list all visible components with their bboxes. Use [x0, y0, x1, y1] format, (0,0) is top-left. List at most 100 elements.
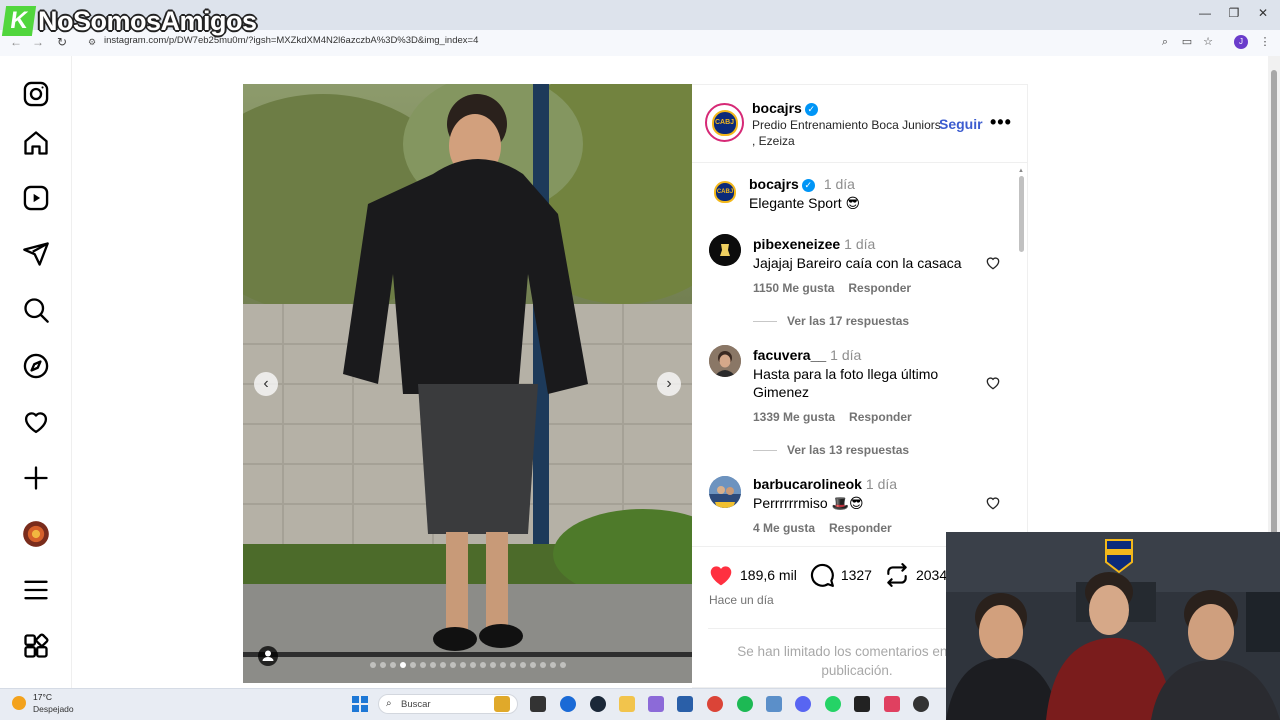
install-app-icon[interactable]: ▭: [1180, 35, 1194, 49]
carousel-dot: [490, 662, 496, 668]
home-icon[interactable]: [22, 129, 50, 157]
comment-header: facuvera__ 1 día: [753, 347, 861, 365]
view-replies-button[interactable]: Ver las 13 respuestas: [753, 443, 909, 457]
spotify-icon[interactable]: [737, 696, 753, 712]
steam-icon[interactable]: [590, 696, 606, 712]
comment-avatar[interactable]: [709, 476, 741, 508]
comment-time[interactable]: 1 día: [830, 347, 861, 363]
comment-username[interactable]: barbucarolineok: [753, 476, 862, 492]
channel-watermark: K NoSomosAmigos: [1, 4, 257, 38]
carousel-dot: [540, 662, 546, 668]
obs-icon[interactable]: [913, 696, 929, 712]
comment-likes[interactable]: 1339 Me gusta: [753, 410, 835, 424]
browser-profile-avatar[interactable]: J: [1234, 35, 1248, 49]
post-location[interactable]: Predio Entrenamiento Boca Juniors , Ezei…: [752, 117, 942, 149]
watermark-logo: K: [1, 6, 37, 36]
minimize-button[interactable]: —: [1194, 4, 1216, 22]
close-window-button[interactable]: ✕: [1252, 4, 1274, 22]
terminal-icon[interactable]: [854, 696, 870, 712]
tagged-user-icon[interactable]: [258, 646, 278, 666]
repost-icon[interactable]: [884, 562, 910, 588]
bookmark-star-icon[interactable]: ☆: [1201, 35, 1215, 49]
explore-icon[interactable]: [22, 352, 50, 380]
weather-description[interactable]: Despejado: [33, 704, 74, 714]
windows-start-icon[interactable]: [352, 696, 368, 712]
caption-header: bocajrs ✓ 1 día: [749, 176, 855, 194]
messages-icon[interactable]: [22, 240, 50, 268]
search-highlight-icon[interactable]: [494, 696, 510, 712]
browser-menu-icon[interactable]: ⋮: [1258, 35, 1272, 49]
comment-likes[interactable]: 1150 Me gusta: [753, 281, 834, 295]
post-actions-bar: 189,6 mil 1327 2034: [708, 561, 959, 589]
notifications-heart-icon[interactable]: [22, 408, 50, 436]
comment-avatar[interactable]: [709, 345, 741, 377]
file-explorer-icon[interactable]: [619, 696, 635, 712]
chrome-icon[interactable]: [707, 696, 723, 712]
instagram-logo-icon[interactable]: [22, 80, 50, 108]
carousel-dot: [410, 662, 416, 668]
comments-limited-notice: Se han limitado los comentarios en esta …: [737, 644, 977, 678]
author-username[interactable]: bocajrs ✓: [752, 100, 818, 116]
store-icon[interactable]: [677, 696, 693, 712]
carousel-dot: [380, 662, 386, 668]
comment-meta: 1339 Me gusta Responder: [753, 410, 926, 424]
comments-scrollbar-thumb[interactable]: [1019, 176, 1024, 252]
zoom-icon[interactable]: ⌕: [1158, 35, 1172, 49]
search-icon[interactable]: [22, 296, 50, 324]
like-heart-icon[interactable]: [708, 562, 734, 588]
reply-button[interactable]: Responder: [849, 410, 912, 424]
reply-button[interactable]: Responder: [848, 281, 911, 295]
comment-text: Hasta para la foto llega último Gimenez: [753, 366, 939, 400]
reels-icon[interactable]: [22, 184, 50, 212]
post-date[interactable]: Hace un día: [709, 593, 774, 607]
comments-scroll-up-icon[interactable]: ▲: [1018, 168, 1024, 174]
follow-button[interactable]: Seguir: [939, 116, 983, 132]
carousel-dot: [420, 662, 426, 668]
comment-username[interactable]: pibexeneizee: [753, 236, 840, 252]
caption-avatar[interactable]: CABJ: [709, 176, 741, 208]
post-photo[interactable]: [243, 84, 692, 683]
photos-icon[interactable]: [766, 696, 782, 712]
carousel-dot: [470, 662, 476, 668]
comment-time[interactable]: 1 día: [866, 476, 897, 492]
more-options-icon[interactable]: •••: [990, 112, 1012, 133]
reposts-count[interactable]: 2034: [916, 567, 947, 583]
maximize-button[interactable]: ❐: [1223, 4, 1245, 22]
view-replies-button[interactable]: Ver las 17 respuestas: [753, 314, 909, 328]
comment-avatar[interactable]: [709, 234, 741, 266]
comment-time[interactable]: 1 día: [844, 236, 875, 252]
carousel-next-button[interactable]: ›: [657, 372, 681, 396]
taskbar-search-placeholder[interactable]: Buscar: [401, 699, 431, 710]
comment-like-heart-icon[interactable]: [985, 255, 1001, 276]
reply-button[interactable]: Responder: [829, 521, 892, 535]
boca-crest-icon: CABJ: [714, 181, 736, 203]
comment-like-heart-icon[interactable]: [985, 495, 1001, 516]
carousel-dot: [430, 662, 436, 668]
likes-count[interactable]: 189,6 mil: [740, 567, 797, 583]
moon-weather-icon[interactable]: [12, 696, 26, 710]
more-menu-icon[interactable]: [22, 576, 50, 604]
watermark-text: NoSomosAmigos: [38, 5, 257, 36]
also-from-meta-icon[interactable]: [22, 632, 50, 660]
caption-username[interactable]: bocajrs: [749, 176, 799, 192]
comment-username[interactable]: facuvera__: [753, 347, 826, 363]
zoom-app-icon[interactable]: [560, 696, 576, 712]
comment-likes[interactable]: 4 Me gusta: [753, 521, 815, 535]
comments-count[interactable]: 1327: [841, 567, 872, 583]
carousel-prev-button[interactable]: ‹: [254, 372, 278, 396]
comment-icon[interactable]: [809, 562, 835, 588]
author-avatar[interactable]: CABJ: [705, 103, 744, 142]
comment-like-heart-icon[interactable]: [985, 375, 1001, 396]
discord-icon[interactable]: [795, 696, 811, 712]
task-view-icon[interactable]: [530, 696, 546, 712]
profile-avatar-icon[interactable]: [22, 520, 50, 548]
copilot-icon[interactable]: [648, 696, 664, 712]
capcut-icon[interactable]: [884, 696, 900, 712]
carousel-dot: [560, 662, 566, 668]
carousel-dot: [450, 662, 456, 668]
carousel-dots: [370, 662, 566, 668]
create-plus-icon[interactable]: [22, 464, 50, 492]
whatsapp-icon[interactable]: [825, 696, 841, 712]
weather-temperature[interactable]: 17°C: [33, 692, 52, 702]
caption-time[interactable]: 1 día: [824, 176, 855, 192]
